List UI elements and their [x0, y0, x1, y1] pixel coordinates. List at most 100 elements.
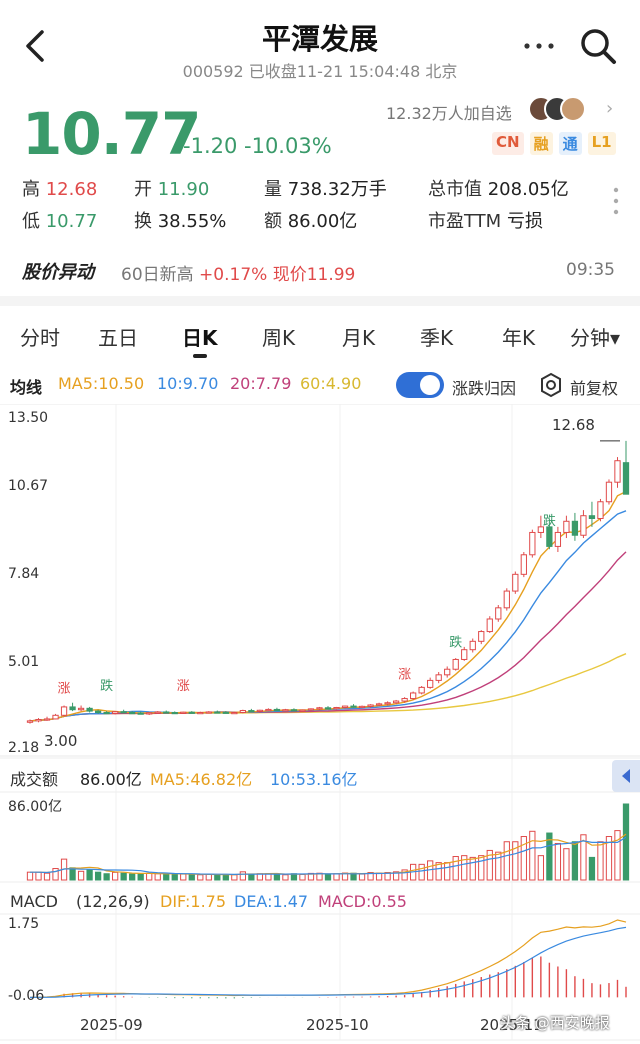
volume-bar — [358, 873, 366, 881]
settings-gear-icon[interactable] — [538, 372, 564, 398]
candle-up — [282, 709, 289, 712]
badge-l1[interactable]: L1 — [587, 132, 616, 155]
kline-chart-area[interactable]: 涨跌涨涨跌跌 — [0, 403, 640, 1044]
macd-label[interactable]: MACD — [10, 892, 58, 911]
tab-yearly-k[interactable]: 年K — [502, 322, 535, 351]
ma10-value: 10:9.70 — [157, 374, 219, 393]
volume-bar — [129, 873, 136, 881]
more-icon[interactable] — [522, 38, 556, 54]
volume-bar — [26, 871, 34, 881]
candle-up — [43, 718, 51, 721]
candle-up — [375, 703, 383, 706]
price-alert-bar[interactable]: 股价异动 60日新高 +0.17% 现价11.99 09:35 — [0, 252, 640, 288]
volume-bar — [137, 873, 144, 881]
tab-daily-k[interactable]: 日K — [182, 322, 218, 351]
volume-bar — [469, 856, 476, 881]
volume-bar — [571, 841, 579, 881]
candle-up — [427, 679, 434, 688]
tab-five-day[interactable]: 五日 — [98, 322, 138, 351]
section-divider — [0, 296, 640, 306]
tab-weekly-k[interactable]: 周K — [262, 322, 295, 351]
candle-up — [469, 640, 476, 651]
side-panel-toggle[interactable] — [612, 760, 640, 792]
candle-up — [495, 607, 502, 620]
watchlist-count[interactable]: 12.32万人加自选 — [386, 100, 512, 124]
alert-text: 60日新高 +0.17% 现价11.99 — [121, 265, 356, 285]
badge-margin[interactable]: 融 — [529, 132, 553, 155]
volume-bar — [163, 873, 170, 881]
volume-bar — [478, 855, 485, 881]
chevron-left-icon — [622, 769, 630, 783]
expand-stats-icon[interactable] — [612, 186, 620, 216]
candle-up — [418, 686, 425, 694]
volume-ma5: MA5:46.82亿 — [150, 770, 253, 789]
price-axis-top: 13.50 — [8, 410, 49, 426]
volume-bar — [94, 871, 102, 881]
price-adjust-label[interactable]: 前复权 — [570, 375, 618, 399]
candle-up — [461, 649, 468, 660]
chevron-right-icon[interactable]: › — [606, 98, 613, 119]
candle-down — [324, 707, 332, 710]
volume-bar — [622, 803, 630, 881]
stat-amount: 额 86.00亿 — [264, 211, 358, 232]
volume-bar — [444, 862, 451, 881]
stat-high: 高 12.68 — [22, 179, 98, 200]
candle-up — [486, 618, 493, 633]
current-price: 10.77 — [22, 100, 201, 168]
active-tab-indicator — [193, 354, 207, 358]
volume-bar — [537, 855, 544, 881]
candle-up — [256, 709, 264, 712]
candle-up — [35, 718, 42, 722]
badge-connect[interactable]: 通 — [558, 132, 582, 155]
candle-up — [265, 708, 272, 712]
volume-value: 86.00亿 — [80, 770, 142, 789]
candle-down — [103, 712, 110, 715]
macd-dif-line — [29, 919, 627, 998]
alert-time: 09:35 — [566, 260, 615, 280]
ma60-value: 60:4.90 — [300, 374, 362, 393]
volume-bar — [77, 870, 85, 881]
tab-monthly-k[interactable]: 月K — [342, 322, 375, 351]
event-marker: 涨 — [58, 682, 71, 697]
ma-label[interactable]: 均线 — [10, 374, 42, 398]
volume-bar — [248, 873, 255, 881]
event-marker: 跌 — [543, 513, 556, 529]
tab-quarterly-k[interactable]: 季K — [420, 322, 453, 351]
attribution-toggle[interactable] — [396, 372, 444, 398]
candle-up — [205, 711, 212, 714]
top-nav-bar: 平潭发展 000592 已收盘11-21 15:04:48 北京 — [0, 0, 640, 86]
volume-axis-top: 86.00亿 — [8, 799, 63, 815]
alert-title: 股价异动 — [22, 262, 94, 283]
volume-label[interactable]: 成交额 — [10, 766, 58, 790]
candle-down — [86, 707, 93, 712]
volume-bar — [239, 871, 246, 881]
stat-market-cap: 总市值 208.05亿 — [428, 179, 569, 200]
price-axis-tick: 7.84 — [8, 566, 40, 582]
candle-up — [316, 707, 323, 710]
volume-bar — [418, 863, 425, 881]
tab-intraday[interactable]: 分时 — [20, 322, 60, 351]
candle-down — [129, 712, 136, 715]
volume-bar — [35, 871, 42, 881]
candle-up — [26, 720, 34, 723]
ma5-line — [29, 490, 627, 722]
volume-bar — [188, 873, 195, 881]
badge-cn[interactable]: CN — [492, 132, 524, 155]
candle-up — [146, 712, 153, 715]
price-axis-tick: 10.67 — [8, 478, 49, 494]
kline-chart-svg: 涨跌涨涨跌跌 — [0, 403, 640, 1041]
tab-minute[interactable]: 分钟▾ — [570, 322, 620, 351]
candle-up — [358, 705, 366, 709]
candle-up — [614, 460, 621, 483]
max-price-marker: 12.68 — [552, 416, 595, 434]
candle-down — [188, 711, 195, 714]
candle-up — [503, 590, 510, 609]
search-icon[interactable] — [578, 26, 618, 66]
macd-axis-top: 1.75 — [8, 916, 40, 932]
ma20-value: 20:7.79 — [230, 374, 292, 393]
volume-bar — [43, 872, 51, 881]
volume-bar — [273, 873, 281, 881]
candle-up — [478, 631, 485, 642]
candle-up — [444, 668, 451, 676]
volume-bar — [597, 841, 604, 881]
